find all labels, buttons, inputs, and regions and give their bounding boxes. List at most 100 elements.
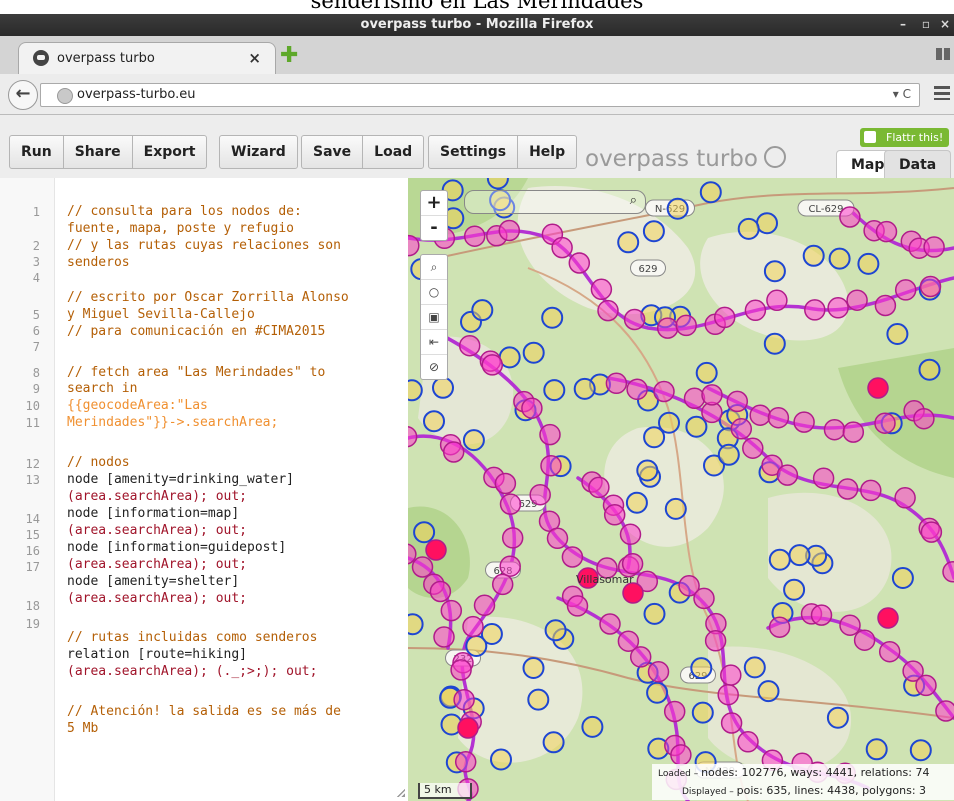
navigation-bar: ← overpass-turbo.eu ▾ C [0,74,954,115]
tab-groups-icon[interactable] [936,48,950,60]
close-window-icon[interactable]: × [940,17,950,31]
guidepost-marker [625,491,648,514]
line-number: 5 [32,308,40,322]
map-search-input[interactable]: ⌕ [464,190,646,214]
guidepost-marker [909,739,932,762]
wizard-button[interactable]: Wizard [219,135,298,169]
line-number: 16 [25,544,40,558]
code-line: (area.searchArea); out; [67,489,248,504]
poi-marker [605,372,628,395]
poi-marker [875,220,898,243]
map-canvas[interactable]: N-629CL-629629629628629232N-629 Villasom… [408,178,954,801]
locate-icon[interactable]: ○ [421,280,447,305]
guidepost-marker [486,178,509,190]
reload-icon[interactable]: ▾ C [893,87,911,101]
guidepost-marker [690,657,713,680]
url-text[interactable]: overpass-turbo.eu [77,87,195,102]
line-number: 15 [25,528,40,542]
road-shield: 629 [630,259,666,277]
poi-marker [874,412,896,434]
search-icon[interactable]: ⌕ [630,193,637,208]
code-line: (area.searchArea); out; [67,591,248,606]
url-bar[interactable]: overpass-turbo.eu ▾ C [40,83,920,107]
help-button[interactable]: Help [517,135,578,169]
guidepost-marker [756,212,778,235]
guidepost-marker [743,656,766,679]
search-location-icon[interactable]: ⌕ [421,255,447,280]
zoom-out-button[interactable]: - [421,216,447,240]
guidepost-marker [918,358,941,381]
poi-marker [704,630,727,652]
poi-marker [793,411,815,433]
poi-marker [499,493,522,515]
guidepost-marker [462,429,485,452]
maximize-icon[interactable]: ▫ [922,17,930,31]
guidepost-marker [699,181,722,204]
map-view[interactable]: N-629CL-629629629628629232N-629 Villasom… [408,178,954,801]
code-line: Merindades"}}->.searchArea; [67,415,279,430]
close-tab-icon[interactable]: × [248,49,261,67]
poi-marker [568,252,591,274]
query-editor[interactable]: 1 2 3 4 5 6 7 8 9 10 11 12 13 14 15 16 1… [0,178,408,801]
poi-marker-selected [622,582,644,604]
minimize-icon[interactable]: – [900,17,906,31]
line-number: 8 [32,366,40,380]
browser-tab[interactable]: overpass turbo × [18,42,276,75]
line-number: 14 [25,512,40,526]
road-label: 629 [638,264,657,275]
code-line: // nodos [67,455,130,470]
poi-marker [626,378,648,401]
poi-marker [915,674,937,697]
save-load-group: Save Load [301,135,425,169]
run-share-export-group: Run Share Export [9,135,208,169]
poi-marker [730,418,753,440]
poi-marker [458,334,481,357]
share-button[interactable]: Share [62,135,133,169]
code-line: // escrito por Oscar Zorrilla Alonso [67,290,349,305]
back-arrow-icon[interactable]: ← [8,80,38,110]
new-tab-icon[interactable]: ✚ [280,45,298,67]
save-button[interactable]: Save [301,135,364,169]
poi-marker [767,406,790,429]
line-number: 17 [25,560,40,574]
guidepost-marker [636,459,659,482]
poi-marker [842,421,865,443]
guidepost-marker [664,497,687,520]
poi-marker [429,580,452,603]
settings-button[interactable]: Settings [428,135,519,169]
guidepost-marker [763,260,786,283]
guidepost-marker [542,731,565,754]
zoom-to-data-icon[interactable]: ⇤ [421,330,447,355]
run-button[interactable]: Run [9,135,64,169]
poi-marker [804,299,826,321]
zoom-control: + - [420,190,448,241]
resize-handle[interactable] [396,788,405,797]
guidepost-marker [826,706,849,729]
hide-data-icon[interactable]: ⊘ [421,355,447,379]
poi-marker [647,660,670,683]
road-label: CL-629 [808,204,843,215]
flattr-button[interactable]: Flattr this! [860,128,950,147]
load-button[interactable]: Load [362,135,425,169]
toggle-data-icon[interactable]: ▣ [421,305,447,330]
poi-marker [491,573,514,596]
poi-marker [894,279,917,301]
line-number: 19 [25,617,40,631]
app-toolbar: Run Share Export Wizard Save Load Settin… [0,115,954,179]
tab-data[interactable]: Data [884,150,952,179]
code-line: // para comunicación en #CIMA2015 [67,324,326,339]
poi-marker [701,384,723,406]
zoom-in-button[interactable]: + [421,191,447,216]
poi-marker [742,437,764,459]
menu-icon[interactable] [934,86,950,100]
poi-marker [720,712,743,734]
line-number: 2 [32,239,40,253]
poi-marker [539,423,561,446]
guidepost-marker [802,244,825,267]
guidepost-marker [642,220,665,243]
poi-marker [846,289,868,311]
export-button[interactable]: Export [131,135,208,169]
code-line: (area.searchArea); out; [67,523,248,538]
poi-marker [935,700,954,722]
poi-marker [623,308,646,331]
